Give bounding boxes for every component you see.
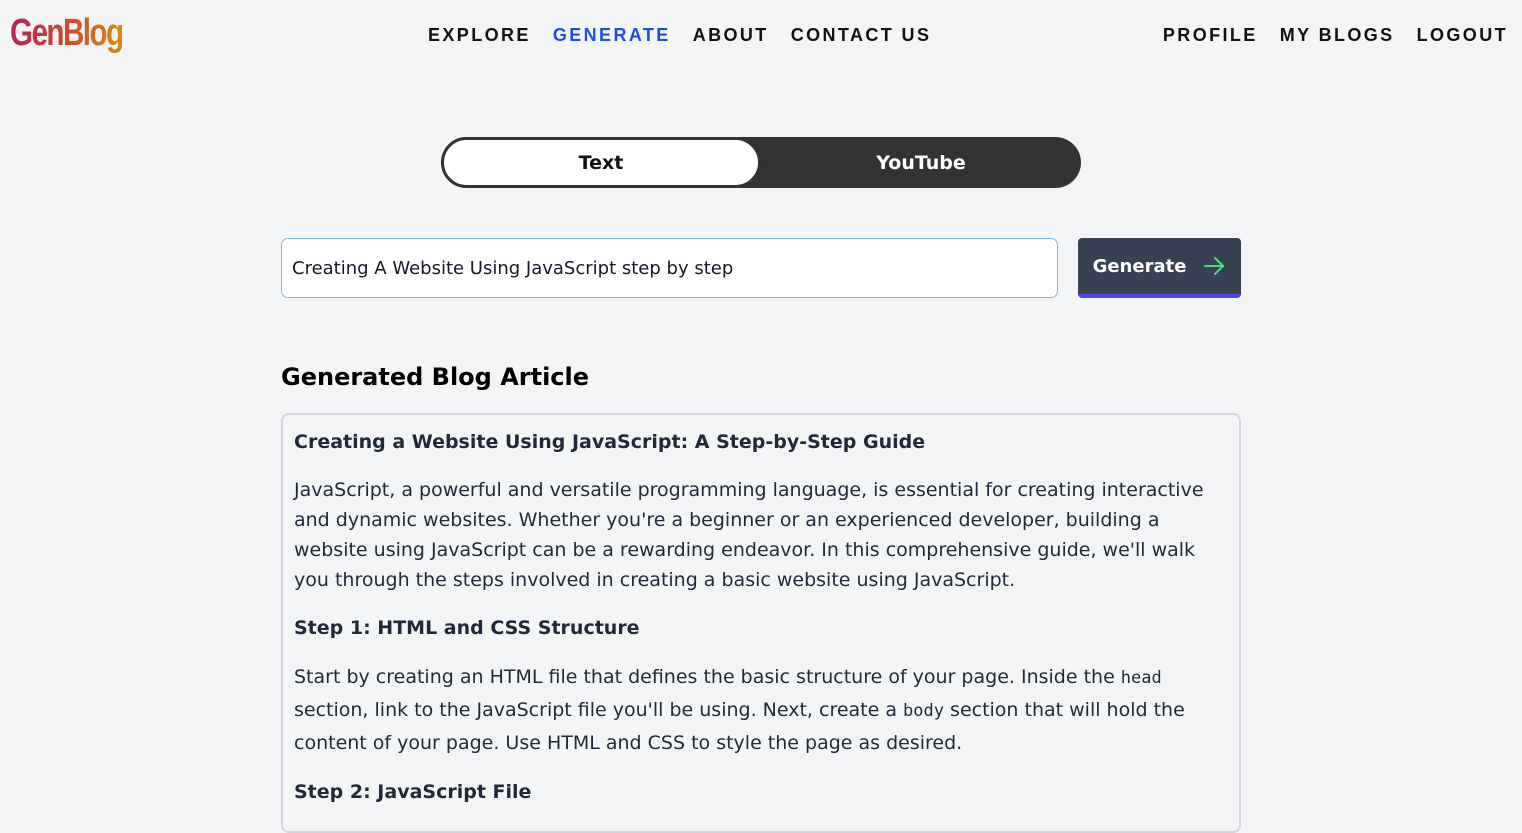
- genblog-logo[interactable]: GenBlog: [10, 10, 124, 56]
- toggle-youtube-option[interactable]: YouTube: [761, 137, 1081, 188]
- top-navbar: GenBlog EXPLORE GENERATE ABOUT CONTACT U…: [0, 0, 1522, 70]
- article-intro: JavaScript, a powerful and versatile pro…: [294, 479, 1204, 591]
- section-title: Generated Blog Article: [281, 363, 590, 391]
- nav-contact-us[interactable]: CONTACT US: [791, 24, 932, 46]
- nav-logout[interactable]: LOGOUT: [1417, 24, 1508, 46]
- step1-text-b: section, link to the JavaScript file you…: [294, 699, 904, 721]
- user-nav: PROFILE MY BLOGS LOGOUT: [1163, 24, 1508, 46]
- code-body: body: [903, 701, 944, 721]
- step2-heading: Step 2: JavaScript File: [294, 781, 532, 803]
- step1-heading: Step 1: HTML and CSS Structure: [294, 617, 640, 639]
- article-title: Creating a Website Using JavaScript: A S…: [294, 431, 926, 453]
- step1-text-a: Start by creating an HTML file that defi…: [294, 666, 1121, 688]
- toggle-text-option[interactable]: Text: [441, 137, 761, 188]
- arrow-right-icon: [1204, 257, 1225, 275]
- generate-button-label: Generate: [1092, 255, 1187, 277]
- nav-explore[interactable]: EXPLORE: [428, 24, 531, 46]
- main-nav: EXPLORE GENERATE ABOUT CONTACT US: [428, 24, 931, 46]
- nav-about[interactable]: ABOUT: [693, 24, 769, 46]
- topic-input[interactable]: [281, 238, 1058, 298]
- nav-my-blogs[interactable]: MY BLOGS: [1280, 24, 1395, 46]
- nav-profile[interactable]: PROFILE: [1163, 24, 1258, 46]
- nav-generate[interactable]: GENERATE: [553, 24, 671, 46]
- generated-article: Creating a Website Using JavaScript: A S…: [281, 413, 1241, 833]
- generate-button[interactable]: Generate: [1078, 238, 1241, 298]
- step1-paragraph: Start by creating an HTML file that defi…: [294, 661, 1228, 759]
- code-head: head: [1120, 668, 1162, 688]
- source-toggle: Text YouTube: [441, 137, 1081, 188]
